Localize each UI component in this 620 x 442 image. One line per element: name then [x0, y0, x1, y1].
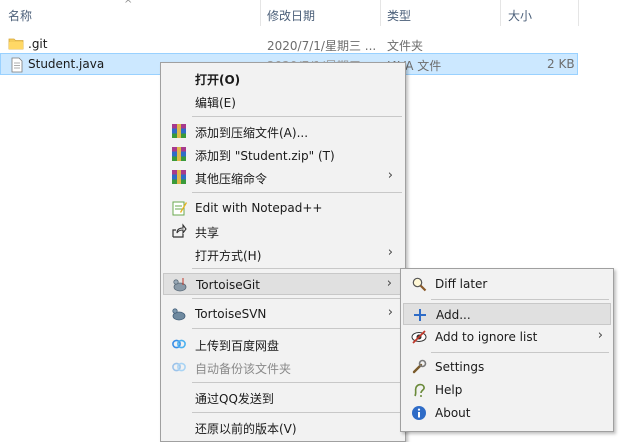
menu-item-label: 通过QQ发送到	[195, 392, 274, 406]
submenu-item-ignore[interactable]: Add to ignore list ›	[403, 326, 611, 348]
submenu-item-label: About	[435, 406, 471, 420]
menu-item-label: 自动备份该文件夹	[195, 362, 292, 376]
menu-item-label: 打开(O)	[195, 73, 241, 87]
ignore-eye-icon	[411, 330, 427, 344]
notepad-plus-plus-icon	[172, 201, 187, 216]
menu-item-label: TortoiseSVN	[195, 307, 267, 321]
menu-item-label: 还原以前的版本(V)	[195, 422, 297, 436]
column-modified[interactable]: 修改日期	[267, 7, 315, 24]
menu-item-label: 添加到 "Student.zip" (T)	[195, 149, 335, 163]
winrar-icon	[172, 124, 186, 138]
menu-separator	[192, 298, 402, 299]
menu-item-label: 上传到百度网盘	[195, 339, 280, 353]
menu-item-restore[interactable]: 还原以前的版本(V)	[163, 416, 403, 438]
menu-item-label: 添加到压缩文件(A)...	[195, 126, 309, 140]
tortoisegit-submenu: Diff later Add... Add to ignore list › S…	[400, 268, 614, 432]
menu-separator	[192, 116, 402, 117]
info-icon	[412, 406, 426, 420]
help-icon	[414, 383, 425, 397]
submenu-item-about[interactable]: About	[403, 402, 611, 424]
submenu-item-settings[interactable]: Settings	[403, 356, 611, 378]
plus-icon	[414, 309, 426, 321]
menu-item-auto-backup: 自动备份该文件夹	[163, 356, 403, 378]
menu-separator	[192, 382, 402, 383]
file-modified: 2020/7/1/星期三 ...	[267, 39, 377, 53]
context-menu: 打开(O) 编辑(E) 添加到压缩文件(A)... 添加到 "Student.z…	[160, 62, 406, 442]
file-row-git[interactable]: .git 2020/7/1/星期三 ... 文件夹	[0, 33, 578, 55]
menu-item-tortoisesvn[interactable]: TortoiseSVN ›	[163, 303, 403, 325]
winrar-icon	[172, 170, 186, 184]
share-icon	[172, 223, 187, 238]
menu-separator	[192, 328, 402, 329]
baidu-netdisk-icon	[172, 362, 186, 372]
menu-item-add-archive[interactable]: 添加到压缩文件(A)...	[163, 120, 403, 142]
menu-separator	[431, 299, 609, 300]
menu-item-baidu-upload[interactable]: 上传到百度网盘	[163, 333, 403, 355]
submenu-item-help[interactable]: Help	[403, 379, 611, 401]
menu-item-label: TortoiseGit	[196, 278, 260, 292]
menu-item-label: 其他压缩命令	[195, 172, 268, 186]
submenu-item-add[interactable]: Add...	[403, 303, 611, 325]
menu-item-qq-send[interactable]: 通过QQ发送到	[163, 386, 403, 408]
baidu-netdisk-icon	[172, 339, 186, 349]
submenu-item-label: Help	[435, 383, 463, 397]
sort-up-icon: ^	[124, 0, 133, 10]
file-type: 文件夹	[387, 39, 424, 53]
submenu-item-label: Diff later	[435, 277, 488, 291]
chevron-right-icon: ›	[387, 305, 393, 320]
file-name: Student.java	[28, 57, 105, 71]
column-size[interactable]: 大小	[508, 7, 532, 24]
menu-separator	[192, 412, 402, 413]
menu-separator	[431, 352, 609, 353]
menu-item-notepad[interactable]: Edit with Notepad++	[163, 197, 403, 219]
column-name[interactable]: 名称	[8, 7, 32, 24]
submenu-item-label: Add to ignore list	[435, 330, 538, 344]
file-size: 2 KB	[547, 57, 575, 71]
wrench-icon	[412, 359, 427, 374]
menu-item-label: 打开方式(H)	[195, 249, 262, 263]
menu-separator	[192, 268, 402, 269]
column-header: 名称 ^ 修改日期 类型 大小	[0, 0, 620, 26]
menu-item-tortoisegit[interactable]: TortoiseGit ›	[163, 273, 403, 295]
menu-item-add-zip[interactable]: 添加到 "Student.zip" (T)	[163, 143, 403, 165]
column-divider[interactable]	[578, 0, 579, 26]
menu-item-label: 编辑(E)	[195, 96, 236, 110]
chevron-right-icon: ›	[597, 328, 603, 343]
menu-item-edit[interactable]: 编辑(E)	[163, 90, 403, 112]
submenu-item-label: Add...	[436, 308, 471, 322]
menu-item-other-compress[interactable]: 其他压缩命令 ›	[163, 166, 403, 188]
java-file-icon	[11, 57, 23, 73]
menu-separator	[192, 192, 402, 193]
chevron-right-icon: ›	[387, 245, 393, 260]
menu-item-open[interactable]: 打开(O)	[163, 67, 403, 89]
submenu-item-label: Settings	[435, 360, 485, 374]
file-name: .git	[28, 37, 48, 51]
menu-item-label: Edit with Notepad++	[195, 201, 323, 215]
menu-item-open-with[interactable]: 打开方式(H) ›	[163, 243, 403, 265]
tortoisegit-icon	[173, 278, 187, 292]
chevron-right-icon: ›	[387, 168, 393, 183]
column-divider[interactable]	[380, 0, 381, 26]
folder-icon	[8, 38, 24, 50]
tortoisesvn-icon	[172, 308, 186, 321]
column-divider[interactable]	[500, 0, 501, 26]
column-type[interactable]: 类型	[387, 7, 411, 24]
menu-item-label: 共享	[195, 226, 220, 240]
menu-item-share[interactable]: 共享	[163, 220, 403, 242]
column-divider[interactable]	[260, 0, 261, 26]
submenu-item-diff-later[interactable]: Diff later	[403, 273, 611, 295]
winrar-icon	[172, 147, 186, 161]
magnifier-icon	[412, 277, 427, 292]
chevron-right-icon: ›	[386, 276, 392, 291]
